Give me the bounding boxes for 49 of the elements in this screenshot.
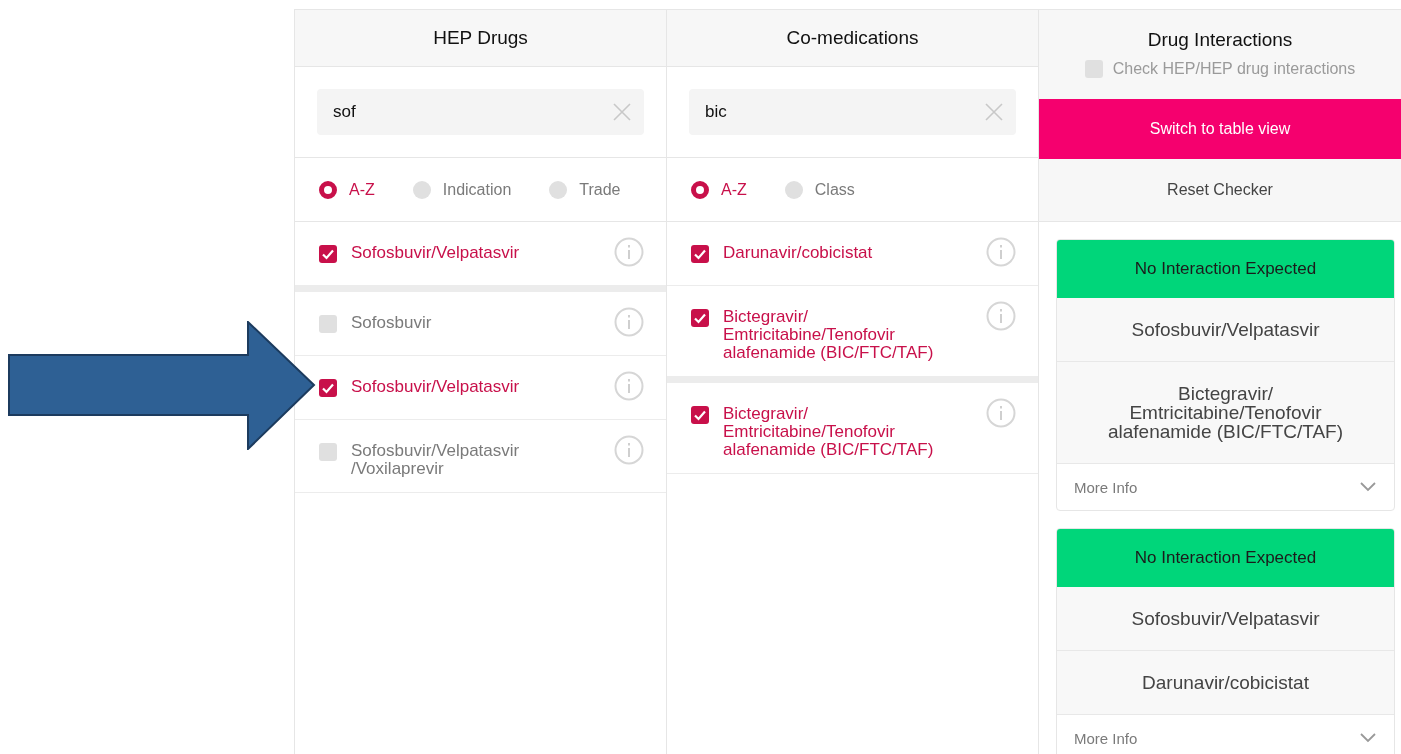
drug-name[interactable]: Sofosbuvir/Velpatasvir — [351, 376, 600, 396]
checkbox[interactable] — [319, 443, 337, 461]
drug-name[interactable]: Sofosbuvir/Velpatasvir — [351, 242, 600, 262]
checkbox[interactable] — [319, 245, 337, 263]
drug-name[interactable]: Darunavir/cobicistat — [723, 242, 972, 262]
clear-icon[interactable] — [984, 102, 1004, 122]
radio-label[interactable]: Class — [814, 180, 855, 199]
radio-label[interactable]: A-Z — [349, 180, 375, 199]
chevron-icon — [1360, 733, 1376, 743]
status-banner: No Interaction Expected — [1057, 529, 1394, 587]
switch-view-button[interactable]: Switch to table view — [1039, 99, 1401, 159]
info-icon[interactable] — [614, 237, 644, 267]
radio-label[interactable]: Trade — [579, 180, 621, 199]
more-info-toggle[interactable]: More Info — [1057, 464, 1394, 510]
info-icon[interactable] — [614, 371, 644, 401]
info-icon[interactable] — [614, 435, 644, 465]
info-icon[interactable] — [614, 307, 644, 337]
radio-button[interactable] — [691, 180, 709, 199]
drug-name[interactable]: Bictegravir/ Emtricitabine/Tenofovir alafenamide (BIC/FTC/TAF) — [723, 306, 972, 362]
column-title: Co-medications — [786, 27, 919, 49]
checkbox[interactable] — [691, 406, 709, 424]
checkbox[interactable] — [319, 379, 337, 397]
status-banner: No Interaction Expected — [1057, 240, 1394, 298]
radio-button[interactable] — [319, 180, 337, 199]
drug-name: Sofosbuvir/Velpatasvir — [1057, 587, 1394, 651]
radio-label[interactable]: Indication — [442, 180, 512, 199]
search-field[interactable]: bic — [689, 89, 1016, 135]
radio-button[interactable] — [412, 180, 431, 199]
drug-name: Bictegravir/ Emtricitabine/Tenofovir alafenamide (BIC/FTC/TAF) — [1057, 362, 1394, 464]
radio-button[interactable] — [784, 180, 803, 199]
search-field[interactable]: sof — [317, 89, 644, 135]
info-icon[interactable] — [986, 237, 1016, 267]
drug-name[interactable]: Sofosbuvir/Velpatasvir /Voxilaprevir — [351, 440, 600, 478]
info-icon[interactable] — [986, 398, 1016, 428]
column-title: HEP Drugs — [433, 27, 528, 49]
more-info-toggle[interactable]: More Info — [1057, 715, 1394, 754]
checkbox[interactable] — [691, 309, 709, 327]
drug-name: Darunavir/cobicistat — [1057, 651, 1394, 715]
radio-button[interactable] — [549, 180, 568, 199]
panel-title: Drug Interactions — [1147, 29, 1293, 51]
clear-icon[interactable] — [612, 102, 632, 122]
radio-label[interactable]: A-Z — [721, 180, 747, 199]
checkbox[interactable] — [319, 315, 337, 333]
info-icon[interactable] — [986, 301, 1016, 331]
drug-name: Sofosbuvir/Velpatasvir — [1057, 298, 1394, 362]
drug-name[interactable]: Bictegravir/ Emtricitabine/Tenofovir alafenamide (BIC/FTC/TAF) — [723, 403, 972, 459]
checkbox[interactable] — [691, 245, 709, 263]
drug-name[interactable]: Sofosbuvir — [351, 312, 600, 332]
chevron-icon — [1360, 482, 1376, 492]
